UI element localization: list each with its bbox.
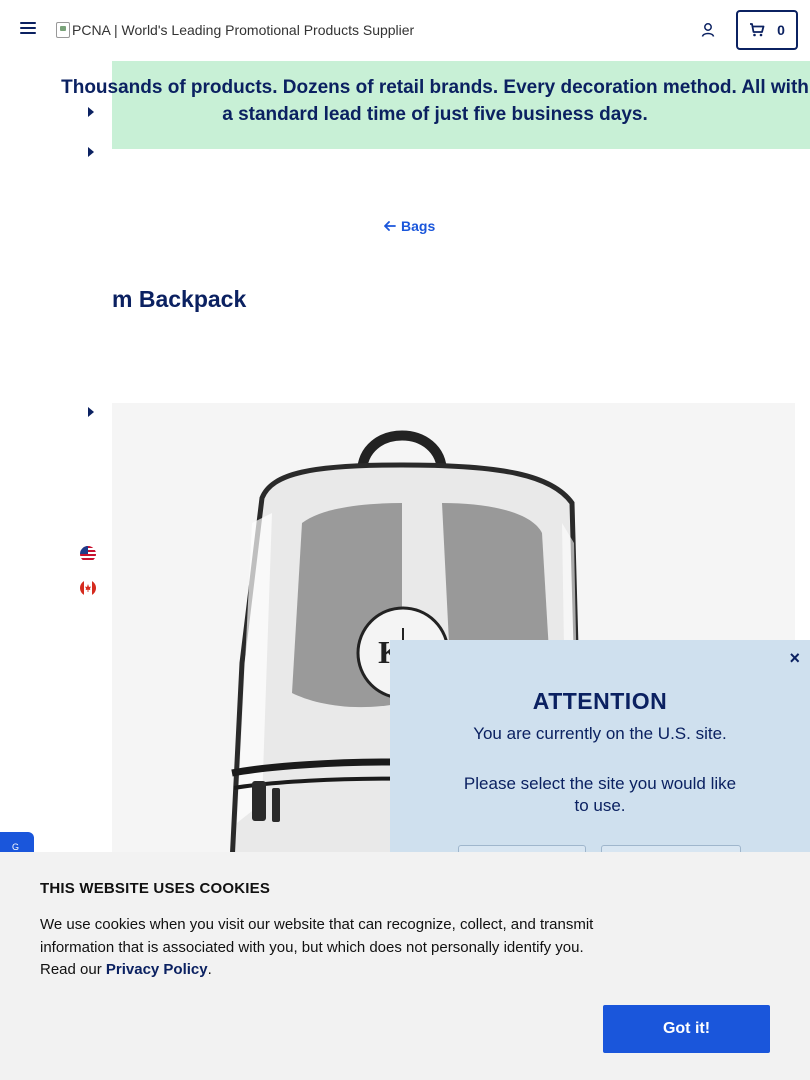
- site-selection-modal: × ATTENTION You are currently on the U.S…: [390, 640, 810, 880]
- site-logo[interactable]: PCNA | World's Leading Promotional Produ…: [56, 21, 414, 39]
- arrow-left-icon: [384, 221, 396, 231]
- modal-heading: ATTENTION: [532, 688, 668, 714]
- account-icon[interactable]: [700, 22, 716, 38]
- cookie-message: We use cookies when you visit our websit…: [40, 914, 600, 982]
- cookie-body-suffix: .: [207, 961, 212, 978]
- accept-cookies-button[interactable]: Got it!: [603, 1005, 770, 1053]
- menu-icon[interactable]: [20, 22, 36, 36]
- expand-arrow-icon[interactable]: [88, 407, 94, 417]
- expand-arrow-icon[interactable]: [88, 147, 94, 157]
- cart-count: 0: [777, 22, 785, 38]
- breadcrumb-label: Bags: [401, 218, 436, 234]
- cart-button[interactable]: 0: [736, 10, 798, 50]
- us-flag-icon[interactable]: [80, 546, 96, 562]
- product-title: m Backpack: [112, 286, 247, 312]
- promo-text-content: Thousands of products. Dozens of retail …: [61, 77, 809, 125]
- breadcrumb-back-link[interactable]: Bags: [384, 218, 435, 234]
- logo-alt-text: PCNA | World's Leading Promotional Produ…: [72, 22, 415, 38]
- canada-flag-icon[interactable]: [80, 580, 96, 596]
- side-feedback-tab[interactable]: G: [0, 832, 34, 854]
- cookie-consent-bar: THIS WEBSITE USES COOKIES We use cookies…: [0, 852, 810, 1080]
- modal-select-site-text: Please select the site you would like to…: [463, 774, 737, 815]
- modal-current-site-text: You are currently on the U.S. site.: [473, 724, 727, 743]
- promo-text: Thousands of products. Dozens of retail …: [60, 74, 810, 128]
- site-header: PCNA | World's Leading Promotional Produ…: [0, 0, 810, 61]
- broken-image-icon: [56, 22, 70, 38]
- privacy-policy-link[interactable]: Privacy Policy: [106, 961, 208, 978]
- close-icon[interactable]: ×: [789, 648, 800, 669]
- side-tab-letter: G: [12, 842, 20, 852]
- cookie-title: THIS WEBSITE USES COOKIES: [40, 880, 271, 897]
- cart-icon: [750, 23, 765, 37]
- expand-arrow-icon[interactable]: [88, 107, 94, 117]
